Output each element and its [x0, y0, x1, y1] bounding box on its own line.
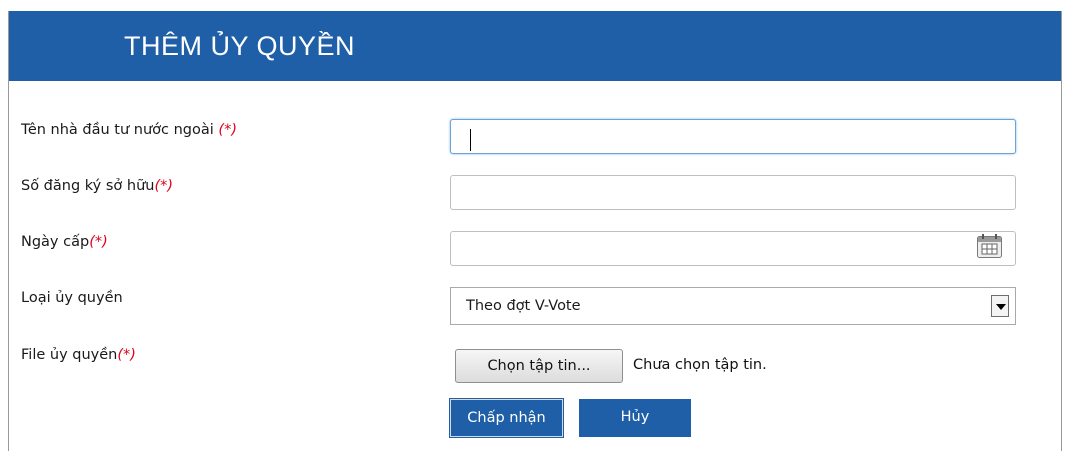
auth-file-label: File ủy quyền(*): [21, 347, 136, 363]
investor-name-label: Tên nhà đầu tư nước ngoài (*): [21, 122, 237, 138]
required-marker: (*): [117, 347, 136, 363]
auth-type-label: Loại ủy quyền: [21, 290, 123, 306]
calendar-icon[interactable]: [976, 233, 1003, 259]
add-authorization-dialog: THÊM ỦY QUYỀN Tên nhà đầu tư nước ngoài …: [8, 11, 1062, 451]
file-status-text: Chưa chọn tập tin.: [633, 357, 767, 373]
page-title: THÊM ỦY QUYỀN: [124, 31, 356, 61]
required-marker: (*): [89, 234, 108, 250]
dialog-header: THÊM ỦY QUYỀN: [9, 11, 1061, 81]
required-marker: (*): [154, 178, 174, 194]
required-marker: (*): [218, 122, 237, 138]
accept-button[interactable]: Chấp nhận: [449, 398, 564, 438]
auth-type-select[interactable]: Theo đợt V-Vote: [450, 287, 1016, 325]
chevron-down-icon[interactable]: [991, 295, 1009, 317]
investor-name-input[interactable]: [450, 119, 1016, 154]
ownership-no-input[interactable]: [450, 175, 1016, 210]
choose-file-button[interactable]: Chọn tập tin...: [455, 349, 623, 383]
cancel-button[interactable]: Hủy: [579, 399, 691, 437]
auth-type-selected-value: Theo đợt V-Vote: [466, 298, 581, 314]
issue-date-input[interactable]: [450, 231, 1016, 266]
ownership-no-label: Số đăng ký sở hữu(*): [21, 178, 174, 194]
text-caret: [470, 129, 471, 151]
issue-date-label: Ngày cấp(*): [21, 234, 108, 250]
